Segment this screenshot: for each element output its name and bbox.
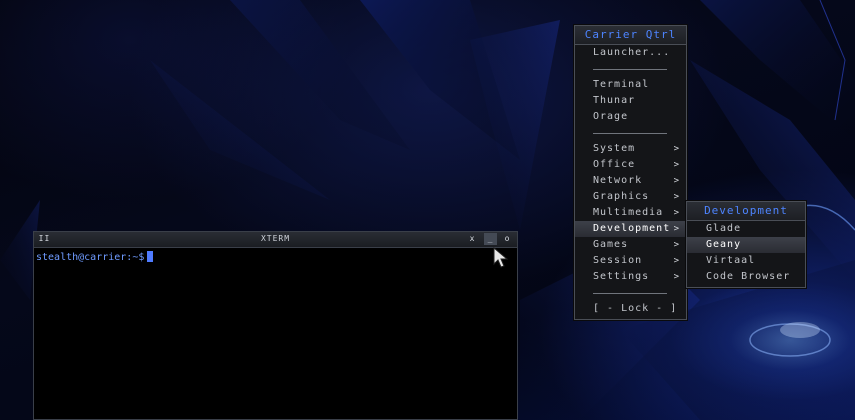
menu-item-session[interactable]: Session > — [575, 253, 686, 269]
menu-item-system[interactable]: System > — [575, 141, 686, 157]
maximize-button[interactable]: o — [501, 233, 514, 245]
menu-item-label: Session — [593, 255, 643, 266]
chevron-right-icon: > — [673, 176, 680, 186]
chevron-right-icon: > — [673, 224, 680, 234]
chevron-right-icon: > — [673, 208, 680, 218]
minimize-button[interactable]: _ — [484, 233, 497, 245]
menu-item-orage[interactable]: Orage — [575, 109, 686, 125]
chevron-right-icon: > — [673, 240, 680, 250]
menu-separator — [575, 285, 686, 301]
menu-item-lock[interactable]: [ - Lock - ] — [575, 301, 686, 317]
text-cursor — [147, 251, 154, 262]
development-submenu: Development Glade Geany Virtaal Code Bro… — [686, 201, 806, 288]
menu-item-label: Development — [593, 223, 671, 234]
menu-item-label: Settings — [593, 271, 650, 282]
menu-item-label: Graphics — [593, 191, 650, 202]
menu-item-settings[interactable]: Settings > — [575, 269, 686, 285]
menu-title: Carrier Qtrl — [575, 26, 686, 45]
chevron-right-icon: > — [673, 160, 680, 170]
menu-item-label: Multimedia — [593, 207, 664, 218]
menu-item-geany[interactable]: Geany — [687, 237, 805, 253]
submenu-title: Development — [687, 202, 805, 221]
chevron-right-icon: > — [673, 256, 680, 266]
menu-item-label: Games — [593, 239, 629, 250]
menu-separator — [575, 61, 686, 77]
menu-item-label: Network — [593, 175, 643, 186]
chevron-right-icon: > — [673, 272, 680, 282]
menu-item-launcher[interactable]: Launcher... — [575, 45, 686, 61]
root-menu: Carrier Qtrl Launcher... Terminal Thunar… — [574, 25, 687, 320]
menu-separator — [575, 125, 686, 141]
menu-item-network[interactable]: Network > — [575, 173, 686, 189]
close-button[interactable]: x — [466, 233, 479, 245]
menu-item-thunar[interactable]: Thunar — [575, 93, 686, 109]
menu-item-development[interactable]: Development > — [575, 221, 686, 237]
menu-item-multimedia[interactable]: Multimedia > — [575, 205, 686, 221]
menu-item-glade[interactable]: Glade — [687, 221, 805, 237]
chevron-right-icon: > — [673, 144, 680, 154]
menu-item-label: System — [593, 143, 636, 154]
window-title: XTERM — [260, 234, 291, 243]
menu-item-graphics[interactable]: Graphics > — [575, 189, 686, 205]
chevron-right-icon: > — [673, 192, 680, 202]
terminal-area[interactable]: stealth@carrier:~$ — [34, 248, 517, 266]
xterm-window[interactable]: II XTERM x _ o stealth@carrier:~$ — [33, 231, 518, 420]
menu-item-code-browser[interactable]: Code Browser — [687, 269, 805, 285]
menu-item-virtaal[interactable]: Virtaal — [687, 253, 805, 269]
menu-item-games[interactable]: Games > — [575, 237, 686, 253]
menu-item-terminal[interactable]: Terminal — [575, 77, 686, 93]
mouse-pointer-icon — [493, 247, 509, 268]
shell-prompt: stealth@carrier:~$ — [36, 252, 145, 263]
menu-item-office[interactable]: Office > — [575, 157, 686, 173]
menu-item-label: Office — [593, 159, 636, 170]
xterm-titlebar[interactable]: II XTERM x _ o — [34, 232, 517, 248]
